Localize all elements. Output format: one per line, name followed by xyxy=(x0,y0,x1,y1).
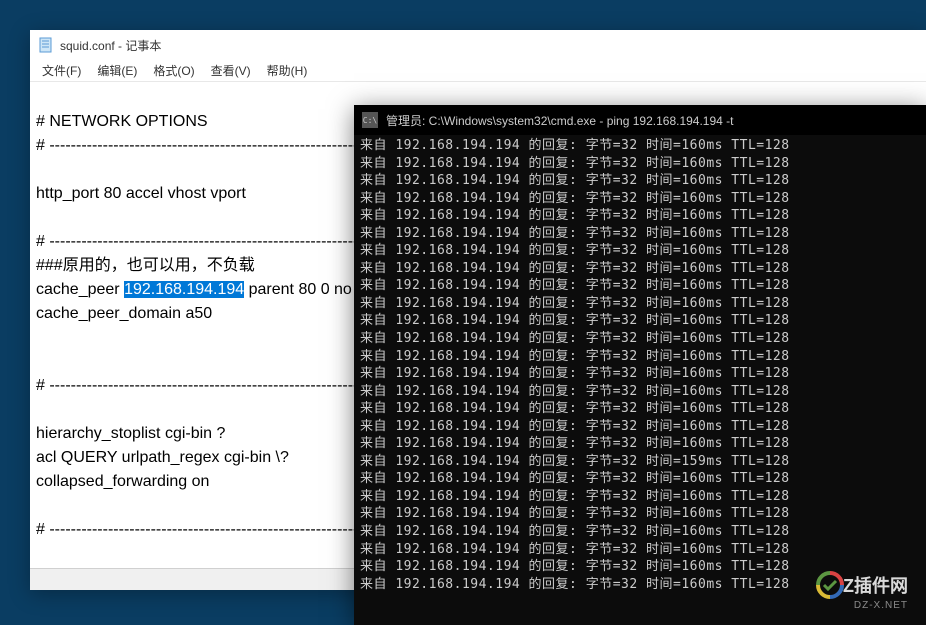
ping-reply-line: 来自 192.168.194.194 的回复: 字节=32 时间=160ms T… xyxy=(360,242,920,260)
ping-reply-line: 来自 192.168.194.194 的回复: 字节=32 时间=160ms T… xyxy=(360,470,920,488)
ping-reply-line: 来自 192.168.194.194 的回复: 字节=32 时间=160ms T… xyxy=(360,365,920,383)
menu-file[interactable]: 文件(F) xyxy=(34,60,89,81)
text-line: cache_peer_domain a50 xyxy=(36,305,212,322)
ping-reply-line: 来自 192.168.194.194 的回复: 字节=32 时间=160ms T… xyxy=(360,418,920,436)
notepad-menubar: 文件(F) 编辑(E) 格式(O) 查看(V) 帮助(H) xyxy=(30,60,926,82)
ping-reply-line: 来自 192.168.194.194 的回复: 字节=32 时间=160ms T… xyxy=(360,435,920,453)
ping-reply-line: 来自 192.168.194.194 的回复: 字节=32 时间=160ms T… xyxy=(360,383,920,401)
text-line: collapsed_forwarding on xyxy=(36,473,209,490)
ping-reply-line: 来自 192.168.194.194 的回复: 字节=32 时间=160ms T… xyxy=(360,488,920,506)
cmd-icon: C:\ xyxy=(362,112,378,128)
watermark: Z插件网 DZ-X.NET xyxy=(815,570,908,611)
ping-reply-line: 来自 192.168.194.194 的回复: 字节=32 时间=160ms T… xyxy=(360,207,920,225)
text-line: acl QUERY urlpath_regex cgi-bin \? xyxy=(36,449,289,466)
ping-reply-line: 来自 192.168.194.194 的回复: 字节=32 时间=160ms T… xyxy=(360,348,920,366)
menu-format[interactable]: 格式(O) xyxy=(145,60,202,81)
ping-reply-line: 来自 192.168.194.194 的回复: 字节=32 时间=160ms T… xyxy=(360,190,920,208)
text-before-selection: cache_peer xyxy=(36,281,124,298)
ping-reply-line: 来自 192.168.194.194 的回复: 字节=32 时间=160ms T… xyxy=(360,541,920,559)
text-line: cache_peer 192.168.194.194 parent 80 0 n… xyxy=(36,281,352,298)
cmd-title-text: 管理员: C:\Windows\system32\cmd.exe - ping … xyxy=(386,112,734,129)
cmd-window: C:\ 管理员: C:\Windows\system32\cmd.exe - p… xyxy=(354,105,926,625)
menu-edit[interactable]: 编辑(E) xyxy=(89,60,145,81)
watermark-text: Z插件网 xyxy=(843,572,908,598)
ping-reply-line: 来自 192.168.194.194 的回复: 字节=32 时间=160ms T… xyxy=(360,277,920,295)
ping-reply-line: 来自 192.168.194.194 的回复: 字节=32 时间=160ms T… xyxy=(360,505,920,523)
ping-reply-line: 来自 192.168.194.194 的回复: 字节=32 时间=160ms T… xyxy=(360,260,920,278)
ping-reply-line: 来自 192.168.194.194 的回复: 字节=32 时间=160ms T… xyxy=(360,137,920,155)
ping-reply-line: 来自 192.168.194.194 的回复: 字节=32 时间=160ms T… xyxy=(360,523,920,541)
text-line: ###原用的，也可以用，不负载 xyxy=(36,257,255,274)
ping-reply-line: 来自 192.168.194.194 的回复: 字节=32 时间=160ms T… xyxy=(360,155,920,173)
ping-reply-line: 来自 192.168.194.194 的回复: 字节=32 时间=160ms T… xyxy=(360,400,920,418)
text-line: hierarchy_stoplist cgi-bin ? xyxy=(36,425,225,442)
ping-reply-line: 来自 192.168.194.194 的回复: 字节=32 时间=160ms T… xyxy=(360,295,920,313)
ping-reply-line: 来自 192.168.194.194 的回复: 字节=32 时间=159ms T… xyxy=(360,453,920,471)
selected-text: 192.168.194.194 xyxy=(124,281,244,298)
ping-reply-line: 来自 192.168.194.194 的回复: 字节=32 时间=160ms T… xyxy=(360,225,920,243)
watermark-subtitle: DZ-X.NET xyxy=(854,600,908,611)
ping-reply-line: 来自 192.168.194.194 的回复: 字节=32 时间=160ms T… xyxy=(360,330,920,348)
text-after-selection: parent 80 0 no xyxy=(244,281,352,298)
notepad-title-text: squid.conf - 记事本 xyxy=(60,37,161,54)
text-line: http_port 80 accel vhost vport xyxy=(36,185,246,202)
cmd-titlebar[interactable]: C:\ 管理员: C:\Windows\system32\cmd.exe - p… xyxy=(354,105,926,135)
menu-help[interactable]: 帮助(H) xyxy=(259,60,316,81)
cmd-output-area[interactable]: 来自 192.168.194.194 的回复: 字节=32 时间=160ms T… xyxy=(354,135,926,595)
text-line: # NETWORK OPTIONS xyxy=(36,113,208,130)
ping-reply-line: 来自 192.168.194.194 的回复: 字节=32 时间=160ms T… xyxy=(360,172,920,190)
ping-reply-line: 来自 192.168.194.194 的回复: 字节=32 时间=160ms T… xyxy=(360,312,920,330)
menu-view[interactable]: 查看(V) xyxy=(203,60,259,81)
watermark-logo: Z插件网 xyxy=(815,570,908,600)
notepad-icon xyxy=(38,37,54,53)
notepad-titlebar[interactable]: squid.conf - 记事本 xyxy=(30,30,926,60)
watermark-circle-icon xyxy=(815,570,845,600)
